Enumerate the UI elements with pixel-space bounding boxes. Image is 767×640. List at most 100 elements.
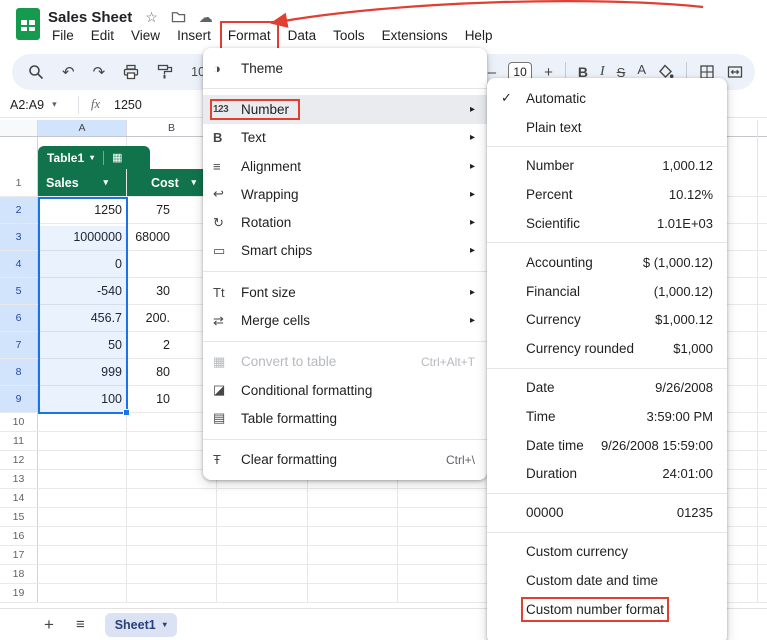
document-title[interactable]: Sales Sheet [48,9,132,26]
format-menu-item-clear-formatting[interactable]: Ŧ Clear formatting Ctrl+\ [203,446,487,474]
cell[interactable] [38,413,127,431]
format-menu-item-smart-chips[interactable]: ▭ Smart chips ▸ [203,237,487,265]
format-menu-item-alignment[interactable]: ≡ Alignment ▸ [203,152,487,180]
table-name[interactable]: Table1 [38,151,84,165]
number-menu-item-custom-currency[interactable]: Custom currency [487,537,727,566]
row-header-16[interactable]: 16 [0,527,38,545]
number-menu-item-custom-date-and-time[interactable]: Custom date and time [487,566,727,595]
number-menu-item-number[interactable]: Number 1,000.12 [487,152,727,181]
cloud-status-icon[interactable]: ☁ [199,10,213,24]
cell[interactable] [127,584,217,602]
table-chip[interactable]: Table1 ▾ ▦ [38,146,150,169]
paint-format-icon[interactable] [157,64,173,80]
row-header-14[interactable]: 14 [0,489,38,507]
row-header-3[interactable]: 3 [0,224,38,250]
menu-format[interactable]: Format [219,21,279,50]
format-menu-item-merge-cells[interactable]: ⇄ Merge cells ▸ [203,306,487,334]
number-menu-item-plain-text[interactable]: Plain text [487,113,727,142]
menu-view[interactable]: View [129,27,162,44]
cell[interactable] [127,527,217,545]
row-header-5[interactable]: 5 [0,278,38,304]
number-menu-item-currency[interactable]: Currency $1,000.12 [487,306,727,335]
menu-extensions[interactable]: Extensions [380,27,450,44]
row-header-6[interactable]: 6 [0,305,38,331]
format-menu-item-theme[interactable]: ◑ Theme [203,54,487,82]
select-all-corner[interactable] [0,120,38,136]
merge-cells-icon[interactable] [727,64,743,80]
format-menu-item-font-size[interactable]: Tt Font size ▸ [203,278,487,306]
menu-insert[interactable]: Insert [175,27,213,44]
move-folder-icon[interactable] [171,10,186,25]
all-sheets-icon[interactable]: ≡ [76,616,85,633]
number-menu-item-scientific[interactable]: Scientific 1.01E+03 [487,209,727,238]
number-menu-item-custom-number-format[interactable]: Custom number format [487,595,727,624]
print-icon[interactable] [123,64,139,80]
cell[interactable] [127,508,217,526]
star-icon[interactable]: ☆ [145,10,158,24]
cell[interactable] [38,565,127,583]
cell[interactable] [38,451,127,469]
table-grid-icon[interactable]: ▦ [112,151,122,164]
format-menu-item-conditional-formatting[interactable]: ◪ Conditional formatting [203,376,487,404]
formula-input[interactable]: 1250 [114,98,142,112]
number-menu-item-automatic[interactable]: ✓ Automatic [487,84,727,113]
table-header-sales[interactable]: Sales ▾ [38,169,127,196]
name-box[interactable]: A2:A9 ▾ [0,98,78,112]
row-header-9[interactable]: 9 [0,386,38,412]
number-menu-item-date-time[interactable]: Date time 9/26/2008 15:59:00 [487,431,727,460]
undo-icon[interactable]: ↶ [62,65,75,80]
format-menu-item-text[interactable]: B Text ▸ [203,124,487,152]
menu-data[interactable]: Data [286,27,319,44]
cell[interactable] [127,546,217,564]
column-header-a[interactable]: A [38,120,127,136]
row-header-11[interactable]: 11 [0,432,38,450]
number-menu-item-00000[interactable]: 00000 01235 [487,498,727,527]
row-header-7[interactable]: 7 [0,332,38,358]
cell[interactable] [127,489,217,507]
row-header-2[interactable]: 2 [0,197,38,223]
row-header-17[interactable]: 17 [0,546,38,564]
row-header-19[interactable]: 19 [0,584,38,602]
menu-help[interactable]: Help [463,27,495,44]
format-menu-item-table-formatting[interactable]: ▤ Table formatting [203,404,487,432]
row-header-18[interactable]: 18 [0,565,38,583]
row-header-8[interactable]: 8 [0,359,38,385]
row-header-13[interactable]: 13 [0,470,38,488]
number-menu-item-accounting[interactable]: Accounting $ (1,000.12) [487,248,727,277]
format-menu-item-rotation[interactable]: ↻ Rotation ▸ [203,208,487,236]
number-menu-item-financial[interactable]: Financial (1,000.12) [487,277,727,306]
number-menu-item-time[interactable]: Time 3:59:00 PM [487,402,727,431]
search-icon[interactable] [28,64,44,80]
cell[interactable] [38,508,127,526]
row-header-15[interactable]: 15 [0,508,38,526]
number-menu-item-date[interactable]: Date 9/26/2008 [487,373,727,402]
cell[interactable] [38,470,127,488]
cell[interactable] [38,489,127,507]
cell[interactable] [127,565,217,583]
bold-button[interactable]: B [578,65,588,79]
number-menu-item-duration[interactable]: Duration 24:01:00 [487,460,727,489]
row-header-1[interactable]: 1 [0,169,38,196]
fill-handle[interactable] [123,409,130,416]
italic-button[interactable]: I [600,65,605,79]
format-menu-item-wrapping[interactable]: ↩ Wrapping ▸ [203,180,487,208]
strikethrough-button[interactable]: S [617,66,626,79]
redo-icon[interactable]: ↷ [93,65,106,80]
menu-edit[interactable]: Edit [89,27,116,44]
chevron-down-icon[interactable]: ▾ [103,177,108,188]
cell[interactable] [38,546,127,564]
menu-tools[interactable]: Tools [331,27,367,44]
add-sheet-button[interactable]: + [44,615,54,635]
cell[interactable] [38,584,127,602]
cell[interactable] [38,432,127,450]
row-header-4[interactable]: 4 [0,251,38,277]
format-menu-item-number[interactable]: 123 Number ▸ [203,95,487,124]
row-header-12[interactable]: 12 [0,451,38,469]
number-menu-item-percent[interactable]: Percent 10.12% [487,180,727,209]
cell[interactable] [38,527,127,545]
chevron-down-icon[interactable]: ▾ [191,177,196,188]
number-menu-item-currency-rounded[interactable]: Currency rounded $1,000 [487,334,727,363]
menu-file[interactable]: File [50,27,76,44]
row-header-10[interactable]: 10 [0,413,38,431]
sheet-tab-active[interactable]: Sheet1 ▾ [104,612,177,637]
